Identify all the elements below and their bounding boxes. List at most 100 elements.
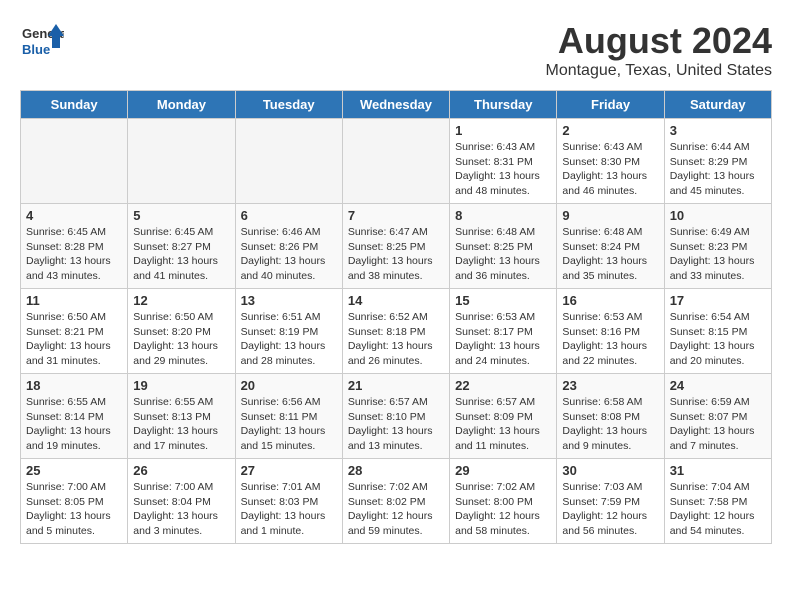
calendar-cell: 1 Sunrise: 6:43 AM Sunset: 8:31 PM Daylig… [450, 119, 557, 204]
calendar-week-row: 4 Sunrise: 6:45 AM Sunset: 8:28 PM Daylig… [21, 204, 772, 289]
day-info: Sunrise: 6:43 AM Sunset: 8:30 PM Dayligh… [562, 140, 658, 199]
day-info: Sunrise: 6:57 AM Sunset: 8:10 PM Dayligh… [348, 395, 444, 454]
day-info: Sunrise: 6:55 AM Sunset: 8:13 PM Dayligh… [133, 395, 229, 454]
day-info: Sunrise: 6:47 AM Sunset: 8:25 PM Dayligh… [348, 225, 444, 284]
calendar-cell: 9 Sunrise: 6:48 AM Sunset: 8:24 PM Daylig… [557, 204, 664, 289]
day-info: Sunrise: 7:01 AM Sunset: 8:03 PM Dayligh… [241, 480, 337, 539]
day-info: Sunrise: 6:48 AM Sunset: 8:25 PM Dayligh… [455, 225, 551, 284]
month-year-title: August 2024 [545, 20, 772, 62]
day-number: 16 [562, 293, 658, 308]
day-number: 28 [348, 463, 444, 478]
page-header: General Blue August 2024 Montague, Texas… [20, 20, 772, 80]
svg-text:Blue: Blue [22, 42, 50, 57]
day-number: 18 [26, 378, 122, 393]
day-number: 2 [562, 123, 658, 138]
calendar-cell: 4 Sunrise: 6:45 AM Sunset: 8:28 PM Daylig… [21, 204, 128, 289]
day-number: 4 [26, 208, 122, 223]
day-number: 19 [133, 378, 229, 393]
day-number: 13 [241, 293, 337, 308]
day-number: 27 [241, 463, 337, 478]
day-info: Sunrise: 7:00 AM Sunset: 8:05 PM Dayligh… [26, 480, 122, 539]
calendar-cell: 15Sunrise: 6:53 AM Sunset: 8:17 PM Dayli… [450, 289, 557, 374]
day-number: 12 [133, 293, 229, 308]
calendar-cell: 27 Sunrise: 7:01 AM Sunset: 8:03 PM Dayli… [235, 459, 342, 544]
calendar-cell: 10 Sunrise: 6:49 AM Sunset: 8:23 PM Dayli… [664, 204, 771, 289]
day-number: 30 [562, 463, 658, 478]
day-info: Sunrise: 6:56 AM Sunset: 8:11 PM Dayligh… [241, 395, 337, 454]
calendar-cell: 19 Sunrise: 6:55 AM Sunset: 8:13 PM Dayli… [128, 374, 235, 459]
day-info: Sunrise: 6:51 AM Sunset: 8:19 PM Dayligh… [241, 310, 337, 369]
logo: General Blue [20, 20, 64, 64]
calendar-week-row: 11 Sunrise: 6:50 AM Sunset: 8:21 PM Dayli… [21, 289, 772, 374]
calendar-cell: 7 Sunrise: 6:47 AM Sunset: 8:25 PM Daylig… [342, 204, 449, 289]
calendar-cell: 26Sunrise: 7:00 AM Sunset: 8:04 PM Dayli… [128, 459, 235, 544]
day-info: Sunrise: 6:43 AM Sunset: 8:31 PM Dayligh… [455, 140, 551, 199]
day-info: Sunrise: 6:55 AM Sunset: 8:14 PM Dayligh… [26, 395, 122, 454]
calendar-cell: 29Sunrise: 7:02 AM Sunset: 8:00 PM Dayli… [450, 459, 557, 544]
calendar-cell [342, 119, 449, 204]
weekday-header-tuesday: Tuesday [235, 91, 342, 119]
calendar-cell: 14 Sunrise: 6:52 AM Sunset: 8:18 PM Dayli… [342, 289, 449, 374]
location-subtitle: Montague, Texas, United States [545, 62, 772, 80]
calendar-cell: 30 Sunrise: 7:03 AM Sunset: 7:59 PM Dayli… [557, 459, 664, 544]
day-number: 17 [670, 293, 766, 308]
day-number: 29 [455, 463, 551, 478]
day-info: Sunrise: 6:48 AM Sunset: 8:24 PM Dayligh… [562, 225, 658, 284]
day-number: 23 [562, 378, 658, 393]
day-number: 24 [670, 378, 766, 393]
calendar-cell [21, 119, 128, 204]
calendar-week-row: 25 Sunrise: 7:00 AM Sunset: 8:05 PM Dayli… [21, 459, 772, 544]
day-number: 1 [455, 123, 551, 138]
day-info: Sunrise: 6:50 AM Sunset: 8:20 PM Dayligh… [133, 310, 229, 369]
calendar-week-row: 1 Sunrise: 6:43 AM Sunset: 8:31 PM Daylig… [21, 119, 772, 204]
weekday-header-friday: Friday [557, 91, 664, 119]
day-number: 9 [562, 208, 658, 223]
day-info: Sunrise: 6:52 AM Sunset: 8:18 PM Dayligh… [348, 310, 444, 369]
day-number: 22 [455, 378, 551, 393]
calendar-cell: 3Sunrise: 6:44 AM Sunset: 8:29 PM Daylig… [664, 119, 771, 204]
day-info: Sunrise: 6:45 AM Sunset: 8:27 PM Dayligh… [133, 225, 229, 284]
day-info: Sunrise: 6:46 AM Sunset: 8:26 PM Dayligh… [241, 225, 337, 284]
day-number: 10 [670, 208, 766, 223]
day-number: 14 [348, 293, 444, 308]
day-info: Sunrise: 7:03 AM Sunset: 7:59 PM Dayligh… [562, 480, 658, 539]
calendar-cell: 13 Sunrise: 6:51 AM Sunset: 8:19 PM Dayli… [235, 289, 342, 374]
day-info: Sunrise: 6:53 AM Sunset: 8:16 PM Dayligh… [562, 310, 658, 369]
calendar-cell: 18 Sunrise: 6:55 AM Sunset: 8:14 PM Dayli… [21, 374, 128, 459]
day-number: 31 [670, 463, 766, 478]
calendar-cell: 16 Sunrise: 6:53 AM Sunset: 8:16 PM Dayli… [557, 289, 664, 374]
weekday-header-row: SundayMondayTuesdayWednesdayThursdayFrid… [21, 91, 772, 119]
day-number: 7 [348, 208, 444, 223]
logo-svg: General Blue [20, 20, 64, 64]
calendar-cell: 22 Sunrise: 6:57 AM Sunset: 8:09 PM Dayli… [450, 374, 557, 459]
weekday-header-thursday: Thursday [450, 91, 557, 119]
calendar-week-row: 18 Sunrise: 6:55 AM Sunset: 8:14 PM Dayli… [21, 374, 772, 459]
day-number: 25 [26, 463, 122, 478]
day-number: 20 [241, 378, 337, 393]
calendar-cell: 28 Sunrise: 7:02 AM Sunset: 8:02 PM Dayli… [342, 459, 449, 544]
weekday-header-monday: Monday [128, 91, 235, 119]
weekday-header-wednesday: Wednesday [342, 91, 449, 119]
day-info: Sunrise: 6:50 AM Sunset: 8:21 PM Dayligh… [26, 310, 122, 369]
calendar-cell: 8Sunrise: 6:48 AM Sunset: 8:25 PM Daylig… [450, 204, 557, 289]
day-number: 11 [26, 293, 122, 308]
day-info: Sunrise: 6:58 AM Sunset: 8:08 PM Dayligh… [562, 395, 658, 454]
calendar-table: SundayMondayTuesdayWednesdayThursdayFrid… [20, 90, 772, 544]
day-number: 5 [133, 208, 229, 223]
day-info: Sunrise: 6:53 AM Sunset: 8:17 PM Dayligh… [455, 310, 551, 369]
calendar-cell [128, 119, 235, 204]
calendar-cell: 23 Sunrise: 6:58 AM Sunset: 8:08 PM Dayli… [557, 374, 664, 459]
day-info: Sunrise: 6:59 AM Sunset: 8:07 PM Dayligh… [670, 395, 766, 454]
day-info: Sunrise: 7:04 AM Sunset: 7:58 PM Dayligh… [670, 480, 766, 539]
day-info: Sunrise: 6:49 AM Sunset: 8:23 PM Dayligh… [670, 225, 766, 284]
day-info: Sunrise: 6:45 AM Sunset: 8:28 PM Dayligh… [26, 225, 122, 284]
day-number: 3 [670, 123, 766, 138]
weekday-header-sunday: Sunday [21, 91, 128, 119]
calendar-cell: 21Sunrise: 6:57 AM Sunset: 8:10 PM Dayli… [342, 374, 449, 459]
calendar-cell: 24 Sunrise: 6:59 AM Sunset: 8:07 PM Dayli… [664, 374, 771, 459]
calendar-cell: 2 Sunrise: 6:43 AM Sunset: 8:30 PM Daylig… [557, 119, 664, 204]
day-info: Sunrise: 7:02 AM Sunset: 8:02 PM Dayligh… [348, 480, 444, 539]
day-info: Sunrise: 6:57 AM Sunset: 8:09 PM Dayligh… [455, 395, 551, 454]
calendar-cell: 11 Sunrise: 6:50 AM Sunset: 8:21 PM Dayli… [21, 289, 128, 374]
day-info: Sunrise: 7:00 AM Sunset: 8:04 PM Dayligh… [133, 480, 229, 539]
